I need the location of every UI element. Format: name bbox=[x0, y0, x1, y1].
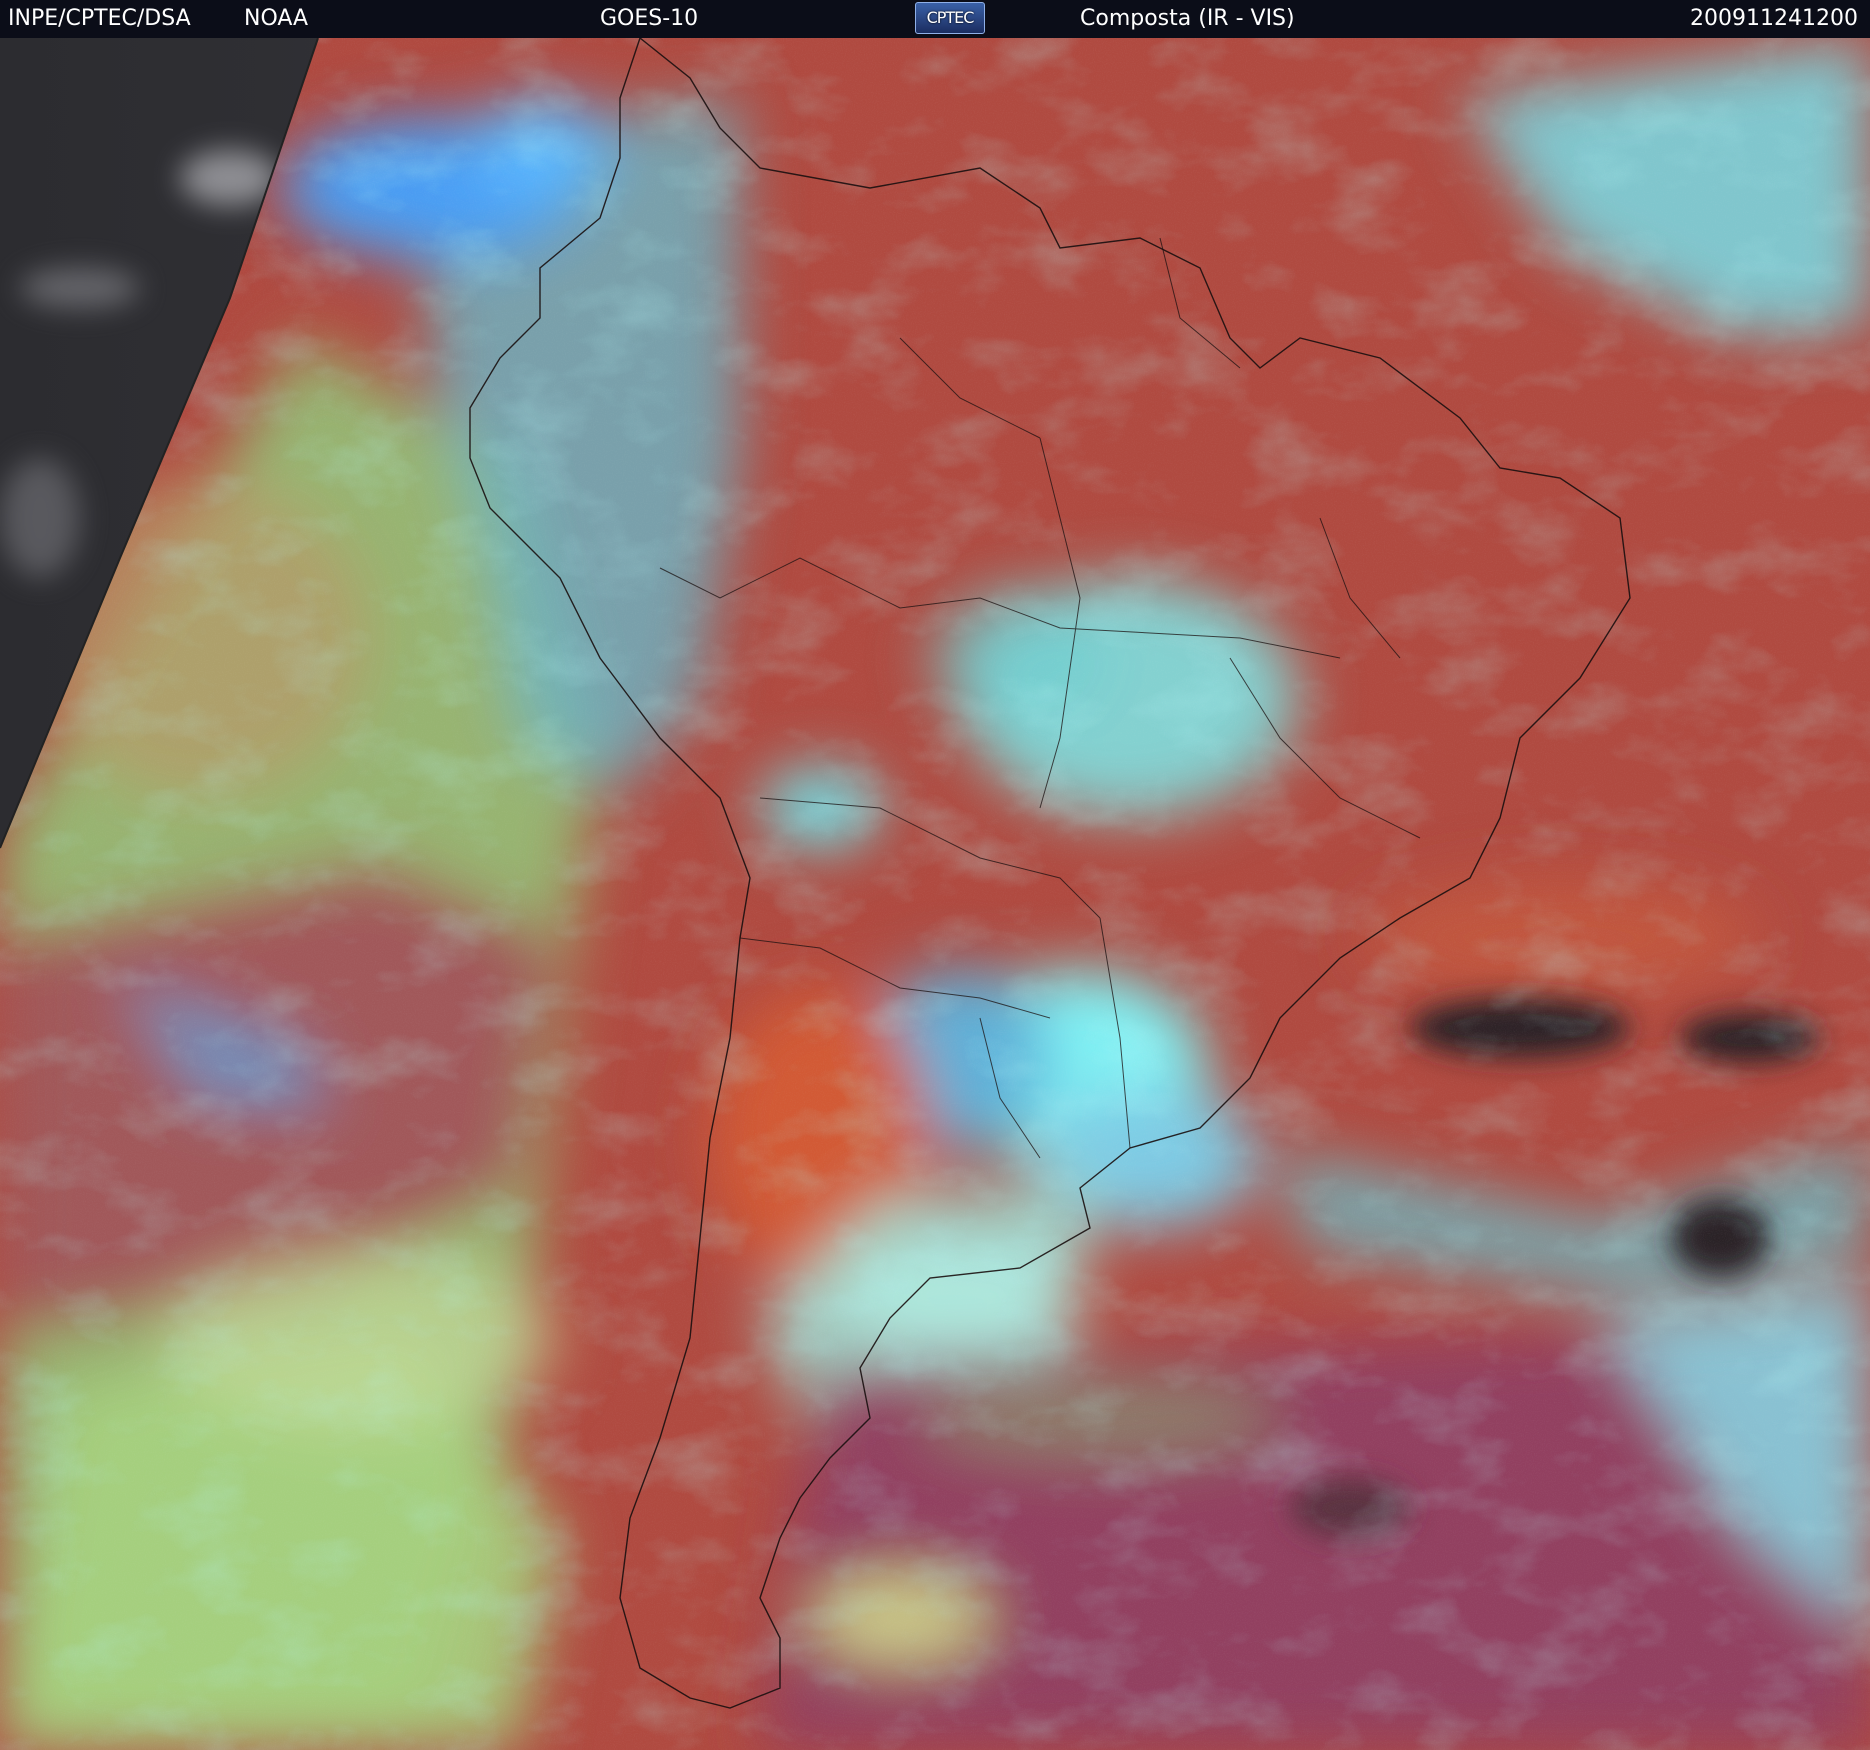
cptec-logo: CPTEC bbox=[915, 2, 985, 34]
sensor-grain bbox=[0, 38, 1870, 1750]
timestamp-label: 200911241200 bbox=[1690, 6, 1858, 31]
product-label: Composta (IR - VIS) bbox=[1080, 6, 1295, 31]
scan-region bbox=[0, 38, 1870, 1750]
satellite-image-frame: INPE/CPTEC/DSA NOAA GOES-10 CPTEC Compos… bbox=[0, 0, 1870, 1750]
provider-label: NOAA bbox=[244, 6, 309, 31]
agency-label: INPE/CPTEC/DSA bbox=[8, 6, 191, 31]
image-header-bar: INPE/CPTEC/DSA NOAA GOES-10 CPTEC Compos… bbox=[0, 0, 1870, 38]
satellite-label: GOES-10 bbox=[600, 6, 699, 31]
satellite-composite-image bbox=[0, 38, 1870, 1750]
